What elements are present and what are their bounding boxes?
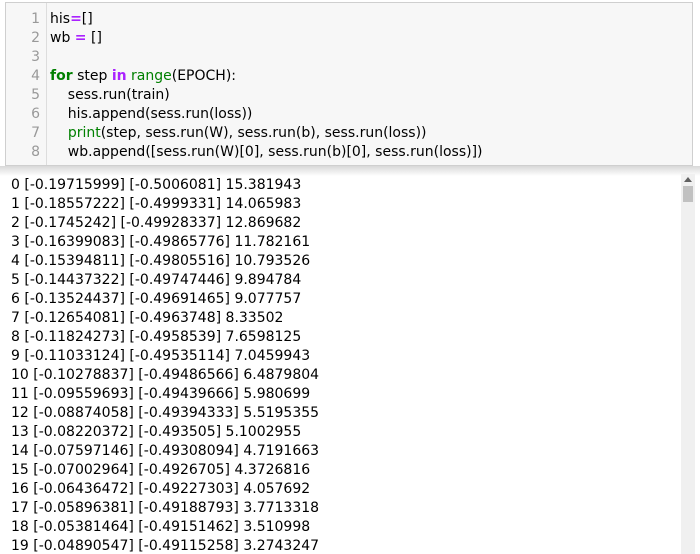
output-line: 4 [-0.15394811] [-0.49805516] 10.793526: [11, 253, 311, 269]
output-line: 6 [-0.13524437] [-0.49691465] 9.077757: [11, 291, 302, 307]
code-line: his=[]: [50, 10, 93, 29]
output-line: 16 [-0.06436472] [-0.49227303] 4.057692: [11, 481, 311, 497]
code-token: wb.append([sess.run(W)[0], sess.run(b)[0…: [50, 144, 483, 160]
output-line: 10 [-0.10278837] [-0.49486566] 6.4879804: [11, 367, 320, 383]
output-line: 15 [-0.07002964] [-0.4926705] 4.3726816: [11, 462, 311, 478]
code-line: for step in range(EPOCH):: [50, 67, 236, 86]
line-number: 2: [31, 30, 40, 46]
line-number: 5: [31, 87, 40, 103]
code-token: step: [72, 68, 112, 84]
output-line: 14 [-0.07597146] [-0.49308094] 4.7191663: [11, 443, 320, 459]
code-line: wb = []: [50, 29, 102, 48]
output-line: 8 [-0.11824273] [-0.4958539] 7.6598125: [11, 329, 302, 345]
code-token: []: [86, 30, 102, 46]
code-token: wb: [50, 30, 75, 46]
code-cell[interactable]: his=[] wb = [] for step in range(EPOCH): s…: [5, 2, 693, 166]
scroll-up-arrow-icon[interactable]: [681, 174, 695, 186]
output-line: 13 [-0.08220372] [-0.493505] 5.1002955: [11, 424, 302, 440]
code-token: print: [67, 125, 101, 141]
line-number: 8: [31, 144, 40, 160]
code-token: his: [50, 11, 71, 27]
line-number: 7: [31, 125, 40, 141]
output-line: 12 [-0.08874058] [-0.49394333] 5.5195355: [11, 405, 320, 421]
line-number: 6: [31, 106, 40, 122]
output-line: 17 [-0.05896381] [-0.49188793] 3.7713318: [11, 500, 320, 516]
output-line: 1 [-0.18557222] [-0.4999331] 14.065983: [11, 196, 302, 212]
output-scrollbar[interactable]: [681, 174, 695, 554]
line-number: 3: [31, 49, 40, 65]
line-number: 4: [31, 68, 40, 84]
output-line: 11 [-0.09559693] [-0.49439666] 5.980699: [11, 386, 311, 402]
scrollbar-thumb[interactable]: [683, 186, 693, 202]
code-line: sess.run(train): [50, 86, 170, 105]
code-line: his.append(sess.run(loss)): [50, 105, 253, 124]
output-line: 18 [-0.05381464] [-0.49151462] 3.510998: [11, 519, 311, 535]
line-number: 1: [31, 11, 40, 27]
code-line: wb.append([sess.run(W)[0], sess.run(b)[0…: [50, 143, 483, 162]
output-line: 19 [-0.04890547] [-0.49115258] 3.2743247: [11, 538, 320, 554]
code-token: []: [81, 11, 93, 27]
code-token: =: [70, 11, 82, 27]
output-line: 0 [-0.19715999] [-0.5006081] 15.381943: [11, 177, 302, 193]
code-token: =: [74, 30, 87, 46]
code-token: sess.run(train): [50, 87, 170, 103]
output-line: 9 [-0.11033124] [-0.49535114] 7.0459943: [11, 348, 311, 364]
code-token: (step, sess.run(W), sess.run(b), sess.ru…: [100, 125, 427, 141]
code-token: range: [131, 68, 172, 84]
output-line: 5 [-0.14437322] [-0.49747446] 9.894784: [11, 272, 302, 288]
output-line: 3 [-0.16399083] [-0.49865776] 11.782161: [11, 234, 311, 250]
code-token: for: [50, 68, 73, 84]
code-token: (EPOCH):: [171, 68, 237, 84]
output-area: 0 [-0.19715999] [-0.5006081] 15.381943 1 …: [5, 174, 695, 554]
output-line: 2 [-0.1745242] [-0.49928337] 12.869682: [11, 215, 302, 231]
code-token: his.append(sess.run(loss)): [50, 106, 253, 122]
code-line: print(step, sess.run(W), sess.run(b), se…: [50, 124, 427, 143]
code-token: in: [111, 68, 127, 84]
output-line: 7 [-0.12654081] [-0.4963748] 8.33502: [11, 310, 284, 326]
